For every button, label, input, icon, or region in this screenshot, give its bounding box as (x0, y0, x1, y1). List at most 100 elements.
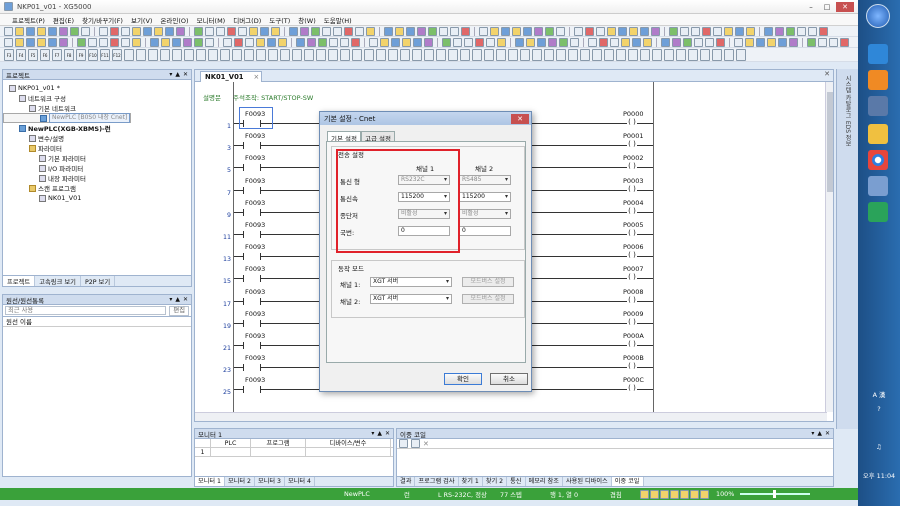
pin-icon[interactable]: ▲ (377, 430, 382, 437)
ch1-mode-select[interactable]: XGT 서버 ▾ (370, 277, 452, 287)
ladder-tool-icon[interactable] (148, 48, 158, 61)
toolbar-button-icon[interactable] (132, 37, 141, 47)
ladder-tool-icon[interactable] (676, 48, 686, 61)
toolbar-button-icon[interactable] (278, 37, 287, 47)
tree-item[interactable]: 변수/설명 (3, 133, 191, 143)
ladder-tool-icon[interactable] (640, 48, 650, 61)
tab-communication[interactable]: 통신 (507, 477, 526, 486)
ladder-tool-icon[interactable]: F5 (28, 48, 38, 61)
ladder-tool-icon[interactable]: F9 (76, 48, 86, 61)
toolbar-button-icon[interactable] (428, 26, 437, 36)
ladder-tool-icon[interactable] (484, 48, 494, 61)
toolbar-button-icon[interactable] (651, 26, 660, 36)
toolbar-button-icon[interactable] (172, 37, 181, 47)
toolbar-button-icon[interactable] (26, 26, 35, 36)
toolbar-button-icon[interactable] (384, 26, 393, 36)
toolbar-button-icon[interactable] (683, 37, 692, 47)
menu-debug[interactable]: 디버그(D) (233, 15, 261, 25)
toolbar-button-icon[interactable] (329, 37, 338, 47)
toolbar-button-icon[interactable] (621, 37, 630, 47)
toolbar-button-icon[interactable] (15, 37, 24, 47)
ladder-tool-icon[interactable] (256, 48, 266, 61)
tab-program-check[interactable]: 프로그램 검사 (415, 477, 459, 486)
toolbar-button-icon[interactable] (661, 37, 670, 47)
ladder-tool-icon[interactable] (316, 48, 326, 61)
tab-program[interactable]: NK01_V01 × (200, 71, 262, 82)
toolbar-button-icon[interactable] (194, 37, 203, 47)
ladder-tool-icon[interactable]: F6 (40, 48, 50, 61)
ch2-terminator-select[interactable]: 비활성 ▾ (459, 209, 511, 219)
tab-project[interactable]: 프로젝트 (3, 276, 36, 286)
toolbar-button-icon[interactable] (585, 26, 594, 36)
toolbar-button-icon[interactable] (37, 37, 46, 47)
dropdown-icon[interactable]: ▾ (811, 430, 814, 437)
ladder-tool-icon[interactable] (208, 48, 218, 61)
help-icon[interactable]: ? (858, 405, 900, 413)
toolbar-button-icon[interactable] (344, 26, 353, 36)
toolbar-button-icon[interactable] (194, 26, 203, 36)
tree-item[interactable]: NKP01_v01 * (3, 83, 191, 93)
pin-icon[interactable]: ▲ (817, 430, 822, 437)
toolbar-button-icon[interactable] (756, 37, 765, 47)
menu-monitor[interactable]: 모니터(M) (197, 15, 226, 25)
menu-find[interactable]: 찾기/바꾸기(F) (82, 15, 123, 25)
ladder-tool-icon[interactable] (364, 48, 374, 61)
toolbar-button-icon[interactable] (296, 37, 305, 47)
toolbar-button-icon[interactable] (643, 37, 652, 47)
ladder-tool-icon[interactable]: F11 (100, 48, 110, 61)
ladder-tool-icon[interactable] (568, 48, 578, 61)
ladder-tool-icon[interactable] (136, 48, 146, 61)
ladder-tool-icon[interactable] (424, 48, 434, 61)
toolbar-button-icon[interactable] (165, 26, 174, 36)
toolbar-button-icon[interactable] (526, 37, 535, 47)
ladder-tool-icon[interactable] (448, 48, 458, 61)
dialog-close-button[interactable]: ✕ (511, 113, 529, 124)
toolbar-button-icon[interactable] (340, 37, 349, 47)
close-icon[interactable]: ✕ (183, 71, 188, 78)
toolbar-button-icon[interactable] (70, 26, 79, 36)
view-icon[interactable] (700, 489, 709, 499)
toolbar-button-icon[interactable] (37, 26, 46, 36)
close-button[interactable]: ✕ (836, 1, 854, 12)
ladder-tool-icon[interactable] (592, 48, 602, 61)
dropdown-icon[interactable]: ▾ (169, 71, 172, 78)
ladder-tool-icon[interactable] (556, 48, 566, 61)
ladder-tool-icon[interactable] (544, 48, 554, 61)
ladder-tool-icon[interactable] (244, 48, 254, 61)
ladder-tool-icon[interactable] (436, 48, 446, 61)
toolbar-button-icon[interactable] (807, 37, 816, 47)
toolbar-button-icon[interactable] (26, 37, 35, 47)
ladder-tool-icon[interactable] (352, 48, 362, 61)
tree-item[interactable]: 기본 파라미터 (3, 153, 191, 163)
toolbar-button-icon[interactable] (475, 37, 484, 47)
toolbar-button-icon[interactable] (746, 26, 755, 36)
tree-item[interactable]: 스캔 프로그램 (3, 183, 191, 193)
toolbar-button-icon[interactable] (256, 37, 265, 47)
ladder-tool-icon[interactable] (664, 48, 674, 61)
menu-view[interactable]: 보기(V) (131, 15, 152, 25)
copy-icon[interactable] (399, 439, 408, 448)
toolbar-button-icon[interactable] (333, 26, 342, 36)
toolbar-button-icon[interactable] (176, 26, 185, 36)
zoom-slider[interactable] (740, 490, 810, 498)
toolbar-button-icon[interactable] (778, 37, 787, 47)
toolbar-button-icon[interactable] (716, 37, 725, 47)
ch1-modbus-settings-button[interactable]: 모드버스 설정 (462, 277, 514, 287)
toolbar-button-icon[interactable] (245, 37, 254, 47)
toolbar-button-icon[interactable] (574, 26, 583, 36)
toolbar-button-icon[interactable] (680, 26, 689, 36)
ladder-tool-icon[interactable] (712, 48, 722, 61)
toolbar-button-icon[interactable] (797, 26, 806, 36)
toolbar-button-icon[interactable] (691, 26, 700, 36)
toolbar-button-icon[interactable] (417, 26, 426, 36)
ladder-tool-icon[interactable]: F8 (64, 48, 74, 61)
toolbar-button-icon[interactable] (99, 26, 108, 36)
toolbar-button-icon[interactable] (260, 26, 269, 36)
horizontal-scrollbar[interactable] (195, 412, 827, 421)
toolbar-button-icon[interactable] (734, 37, 743, 47)
toolbar-button-icon[interactable] (808, 26, 817, 36)
toolbar-button-icon[interactable] (110, 37, 119, 47)
toolbar-button-icon[interactable] (48, 26, 57, 36)
toolbar-button-icon[interactable] (15, 26, 24, 36)
toolbar-button-icon[interactable] (534, 26, 543, 36)
